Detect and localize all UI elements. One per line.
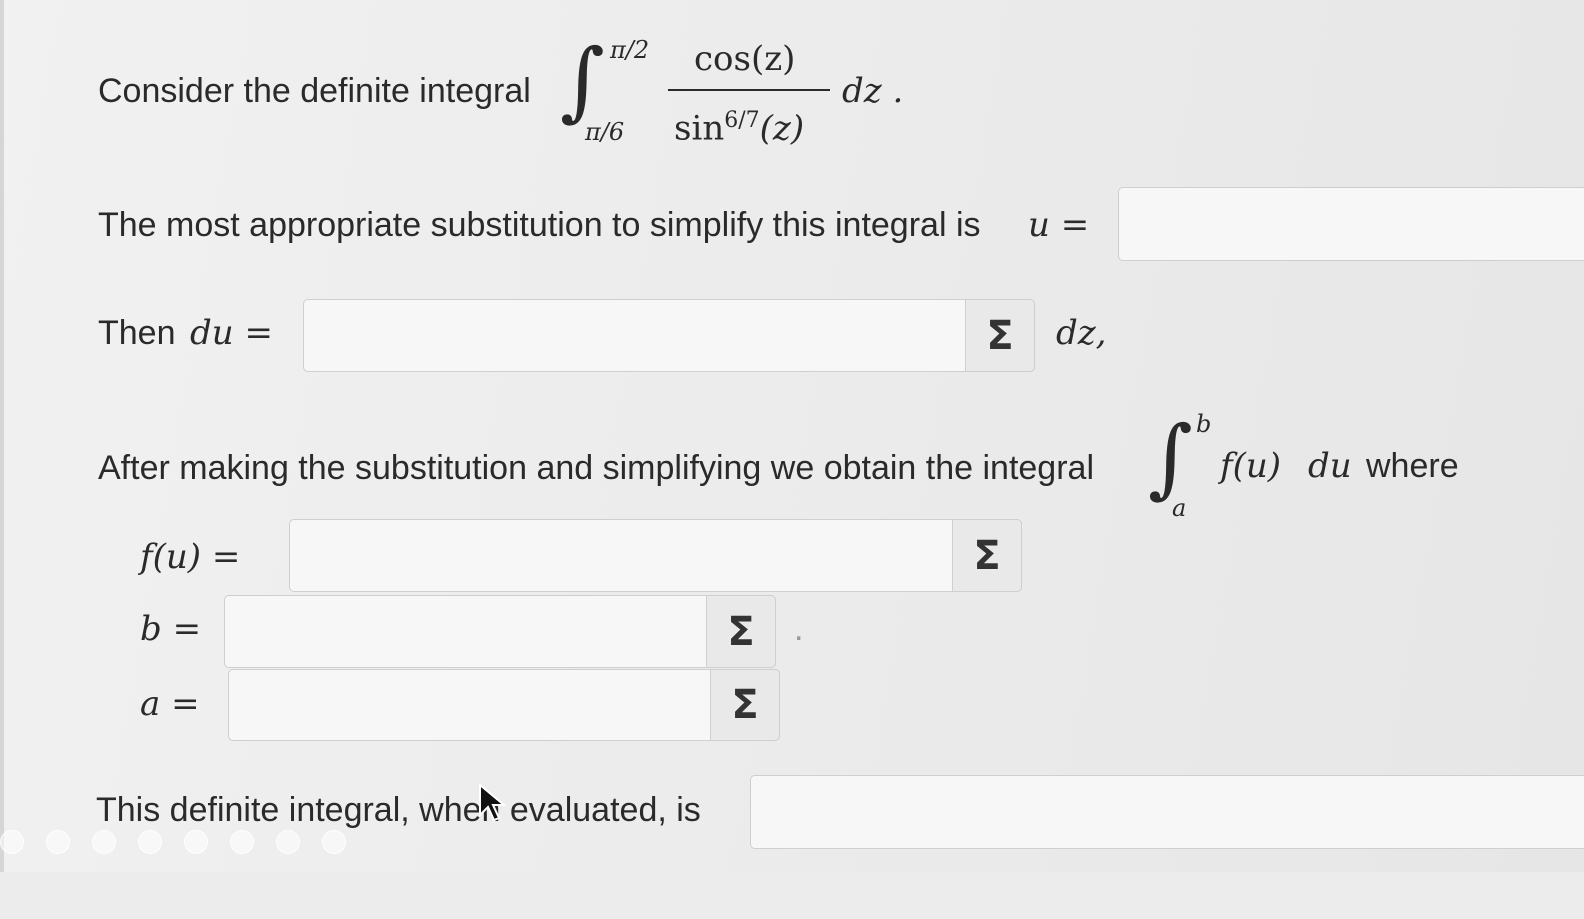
dot bbox=[0, 830, 24, 854]
dot bbox=[92, 830, 116, 854]
q3-dz: dz, bbox=[1056, 313, 1107, 353]
q1-dz: dz . bbox=[842, 71, 904, 111]
q4-du: du bbox=[1308, 446, 1352, 486]
denominator-exponent: 6/7 bbox=[724, 108, 760, 133]
dot bbox=[322, 830, 346, 854]
dot bbox=[46, 830, 70, 854]
numerator-text: cos(z) bbox=[694, 39, 796, 79]
q2-u-equals: u = bbox=[1028, 205, 1090, 245]
dot bbox=[138, 830, 162, 854]
fu-input[interactable] bbox=[290, 520, 950, 591]
a-input-box[interactable]: Σ bbox=[228, 669, 780, 741]
b-input-box[interactable]: Σ bbox=[224, 595, 776, 668]
denominator: sin6/7(z) bbox=[674, 108, 805, 149]
du-input[interactable] bbox=[304, 300, 964, 371]
integral-sign-ab: ∫ bbox=[1148, 408, 1193, 508]
q3-prefix: Then bbox=[98, 314, 176, 352]
integral-lower-limit: π/6 bbox=[585, 118, 625, 146]
denominator-arg: (z) bbox=[759, 108, 805, 149]
integral-upper-b: b bbox=[1196, 410, 1212, 438]
q4-fu: f(u) bbox=[1220, 446, 1282, 486]
q3-du-equals: du = bbox=[190, 313, 273, 353]
integral-lower-a: a bbox=[1172, 494, 1187, 522]
fraction-bar bbox=[668, 89, 830, 91]
final-text: This definite integral, when evaluated, … bbox=[96, 791, 701, 829]
dot bbox=[230, 830, 254, 854]
du-sigma-button[interactable]: Σ bbox=[965, 299, 1035, 372]
a-sigma-button[interactable]: Σ bbox=[710, 669, 780, 741]
q4-where: where bbox=[1366, 447, 1459, 485]
bottom-band bbox=[0, 872, 1584, 919]
fu-label: f(u) = bbox=[140, 537, 241, 577]
fu-sigma-button[interactable]: Σ bbox=[952, 519, 1022, 592]
final-input-box[interactable] bbox=[750, 775, 1584, 849]
b-trailing-period: . bbox=[794, 610, 804, 648]
left-edge bbox=[0, 0, 4, 919]
a-label: a = bbox=[140, 684, 200, 724]
fu-input-box[interactable]: Σ bbox=[289, 519, 1022, 592]
du-input-box[interactable]: Σ bbox=[303, 299, 1035, 372]
dot bbox=[276, 830, 300, 854]
dot bbox=[184, 830, 208, 854]
mouse-cursor-icon bbox=[479, 783, 507, 822]
integral-sign: ∫ bbox=[560, 31, 605, 131]
b-sigma-button[interactable]: Σ bbox=[706, 595, 776, 668]
substitution-input[interactable] bbox=[1119, 188, 1584, 260]
a-input[interactable] bbox=[229, 670, 709, 740]
page: Consider the definite integral ∫ π/2 π/6… bbox=[0, 0, 1584, 919]
q2-prefix: The most appropriate substitution to sim… bbox=[98, 206, 981, 244]
q4-prefix: After making the substitution and simpli… bbox=[98, 449, 1094, 487]
final-input[interactable] bbox=[751, 776, 1584, 848]
b-label: b = bbox=[140, 609, 202, 649]
decorative-dots bbox=[0, 830, 368, 859]
denominator-sin: sin bbox=[674, 108, 725, 149]
b-input[interactable] bbox=[225, 596, 705, 667]
integral-upper-limit: π/2 bbox=[610, 36, 650, 64]
q1-prefix: Consider the definite integral bbox=[98, 72, 531, 110]
numerator: cos(z) bbox=[694, 42, 795, 76]
substitution-input-box[interactable] bbox=[1118, 187, 1584, 261]
